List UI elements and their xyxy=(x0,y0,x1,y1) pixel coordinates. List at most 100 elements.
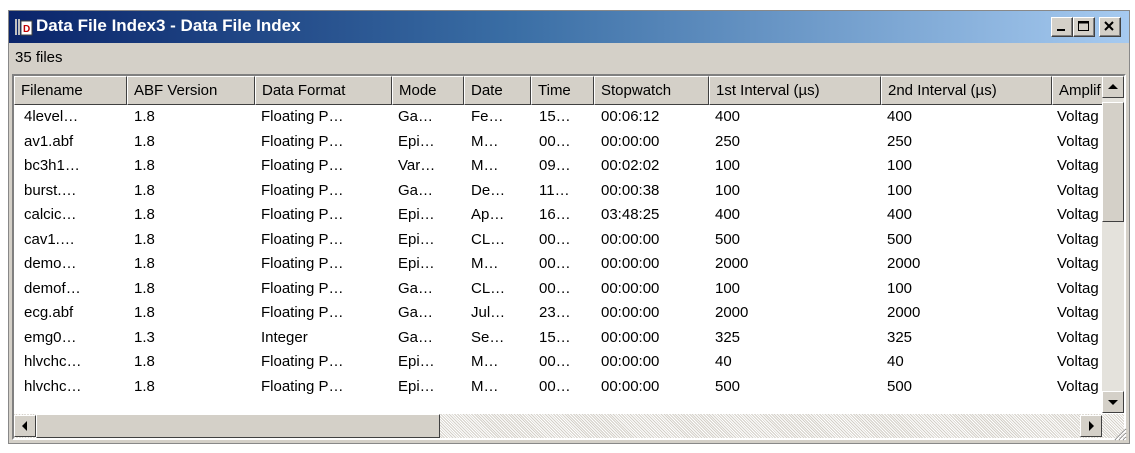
cell-abf-version: 1.8 xyxy=(134,230,155,248)
column-header-second-interval[interactable]: 2nd Interval (µs) xyxy=(881,76,1052,105)
file-count-label: 35 files xyxy=(15,49,63,66)
scroll-left-button[interactable] xyxy=(14,415,36,437)
cell-second-interval: 400 xyxy=(887,206,913,223)
cell-abf-version: 1.8 xyxy=(134,157,155,174)
cell-filename: demof… xyxy=(24,279,81,297)
column-header-stopwatch[interactable]: Stopwatch xyxy=(594,76,709,105)
cell-time: 11… xyxy=(539,181,570,199)
cell-time: 09… xyxy=(539,157,571,174)
resize-grip-icon[interactable] xyxy=(1113,427,1127,441)
cell-stopwatch: 00:00:00 xyxy=(601,377,660,395)
cell-second-interval: 40 xyxy=(887,353,904,370)
cell-second-interval: 400 xyxy=(887,108,913,125)
column-header-first-interval[interactable]: 1st Interval (µs) xyxy=(709,76,881,105)
table-row[interactable]: ecg.abf 1.8 Floating P… Ga… Jul… 23… 00:00:00 2… xyxy=(14,302,1104,323)
cell-filename: emg0… xyxy=(24,328,77,346)
table-row[interactable]: av1.abf 1.8 Floating P… Epi… M… 00… 00:00:00 25… xyxy=(14,131,1104,152)
vertical-scrollbar[interactable] xyxy=(1102,76,1124,413)
cell-date: Fe… xyxy=(471,108,504,125)
cell-data-format: Floating P… xyxy=(261,279,344,297)
cell-second-interval: 100 xyxy=(887,279,913,297)
cell-abf-version: 1.8 xyxy=(134,181,155,199)
cell-date: M… xyxy=(471,132,499,150)
table-row[interactable]: hlvchc… 1.8 Floating P… Epi… M… 00… 00:00:00 50… xyxy=(14,376,1104,397)
cell-stopwatch: 00:00:00 xyxy=(601,279,660,297)
svg-text:D: D xyxy=(23,24,30,35)
cell-date: M… xyxy=(471,157,499,174)
cell-stopwatch: 00:06:12 xyxy=(601,108,660,125)
column-header-date[interactable]: Date xyxy=(464,76,531,105)
cell-data-format: Floating P… xyxy=(261,230,344,248)
horizontal-scrollbar[interactable] xyxy=(14,414,1124,438)
cell-second-interval: 100 xyxy=(887,157,913,174)
cell-filename: bc3h1… xyxy=(24,157,80,174)
column-header-data-format[interactable]: Data Format xyxy=(255,76,392,105)
scroll-right-button[interactable] xyxy=(1080,415,1102,437)
horizontal-scroll-thumb[interactable] xyxy=(36,414,440,438)
close-button[interactable] xyxy=(1099,17,1121,37)
cell-stopwatch: 00:00:00 xyxy=(601,304,660,321)
table-row[interactable]: cav1.… 1.8 Floating P… Epi… CL… 00… 00:00:00 50… xyxy=(14,229,1104,250)
cell-abf-version: 1.8 xyxy=(134,132,155,150)
cell-data-format: Floating P… xyxy=(261,157,344,174)
cell-abf-version: 1.8 xyxy=(134,279,155,297)
cell-time: 15… xyxy=(539,108,571,125)
scroll-up-button[interactable] xyxy=(1102,76,1124,98)
cell-date: De… xyxy=(471,181,506,199)
table-row[interactable]: burst.… 1.8 Floating P… Ga… De… 11… 00:00:38 10… xyxy=(14,180,1104,201)
cell-filename: av1.abf xyxy=(24,132,74,150)
cell-first-interval: 400 xyxy=(715,206,741,223)
minimize-button[interactable] xyxy=(1051,17,1073,37)
cell-time: 00… xyxy=(539,132,571,150)
cell-data-format: Floating P… xyxy=(261,206,344,223)
vertical-scroll-thumb[interactable] xyxy=(1102,102,1124,222)
cell-abf-version: 1.8 xyxy=(134,377,155,395)
cell-abf-version: 1.8 xyxy=(134,206,155,223)
cell-abf-version: 1.8 xyxy=(134,255,155,272)
arrow-down-icon xyxy=(1108,400,1118,405)
column-header-time[interactable]: Time xyxy=(531,76,594,105)
cell-stopwatch: 03:48:25 xyxy=(601,206,660,223)
scroll-down-button[interactable] xyxy=(1102,391,1124,413)
cell-first-interval: 100 xyxy=(715,279,741,297)
cell-first-interval: 500 xyxy=(715,230,741,248)
cell-stopwatch: 00:00:00 xyxy=(601,230,660,248)
title-bar[interactable]: D Data File Index3 - Data File Index xyxy=(9,11,1129,43)
minimize-icon xyxy=(1057,29,1065,31)
cell-first-interval: 400 xyxy=(715,108,741,125)
cell-data-format: Floating P… xyxy=(261,353,344,370)
cell-filename: ecg.abf xyxy=(24,304,74,321)
table-row[interactable]: demof… 1.8 Floating P… Ga… CL… 00… 00:00:00 100… xyxy=(14,278,1104,299)
cell-second-interval: 500 xyxy=(887,230,913,248)
column-header-abf-version[interactable]: ABF Version xyxy=(127,76,255,105)
cell-first-interval: 325 xyxy=(715,328,741,346)
table-row[interactable]: demo… 1.8 Floating P… Epi… M… 00… 00:00:00 2000… xyxy=(14,253,1104,274)
cell-data-format: Floating P… xyxy=(261,108,344,125)
cell-mode: Epi… xyxy=(398,377,435,395)
arrow-left-icon xyxy=(22,421,27,431)
cell-mode: Ga… xyxy=(398,328,434,346)
table-row[interactable]: 4level… 1.8 Floating P… Ga… Fe… 15… 00:06:12 40… xyxy=(14,106,1104,127)
table-row[interactable]: emg0… 1.3 Integer Ga… Se… 15… 00:00:00 325 325 Vo… xyxy=(14,327,1104,348)
column-header-mode[interactable]: Mode xyxy=(392,76,464,105)
cell-stopwatch: 00:00:00 xyxy=(601,132,660,150)
cell-filename: calcic… xyxy=(24,206,77,223)
table-row[interactable]: bc3h1… 1.8 Floating P… Var… M… 09… 00:02:02 100… xyxy=(14,155,1104,176)
cell-mode: Epi… xyxy=(398,255,435,272)
file-list-view[interactable]: Filename ABF Version Data Format Mode Date Ti… xyxy=(12,74,1126,440)
cell-filename: burst.… xyxy=(24,181,77,199)
cell-data-format: Floating P… xyxy=(261,181,344,199)
table-row[interactable]: hlvchc… 1.8 Floating P… Epi… M… 00… 00:00:00 40… xyxy=(14,351,1104,372)
cell-first-interval: 100 xyxy=(715,181,741,199)
cell-date: M… xyxy=(471,353,499,370)
table-row[interactable]: calcic… 1.8 Floating P… Epi… Ap… 16… 03:48:25 4… xyxy=(14,204,1104,225)
cell-stopwatch: 00:00:38 xyxy=(601,181,660,199)
maximize-button[interactable] xyxy=(1073,17,1095,37)
cell-second-interval: 325 xyxy=(887,328,913,346)
cell-data-format: Floating P… xyxy=(261,377,344,395)
cell-mode: Epi… xyxy=(398,132,435,150)
cell-time: 00… xyxy=(539,377,571,395)
cell-abf-version: 1.8 xyxy=(134,108,155,125)
column-header-filename[interactable]: Filename xyxy=(14,76,127,105)
cell-time: 00… xyxy=(539,279,571,297)
